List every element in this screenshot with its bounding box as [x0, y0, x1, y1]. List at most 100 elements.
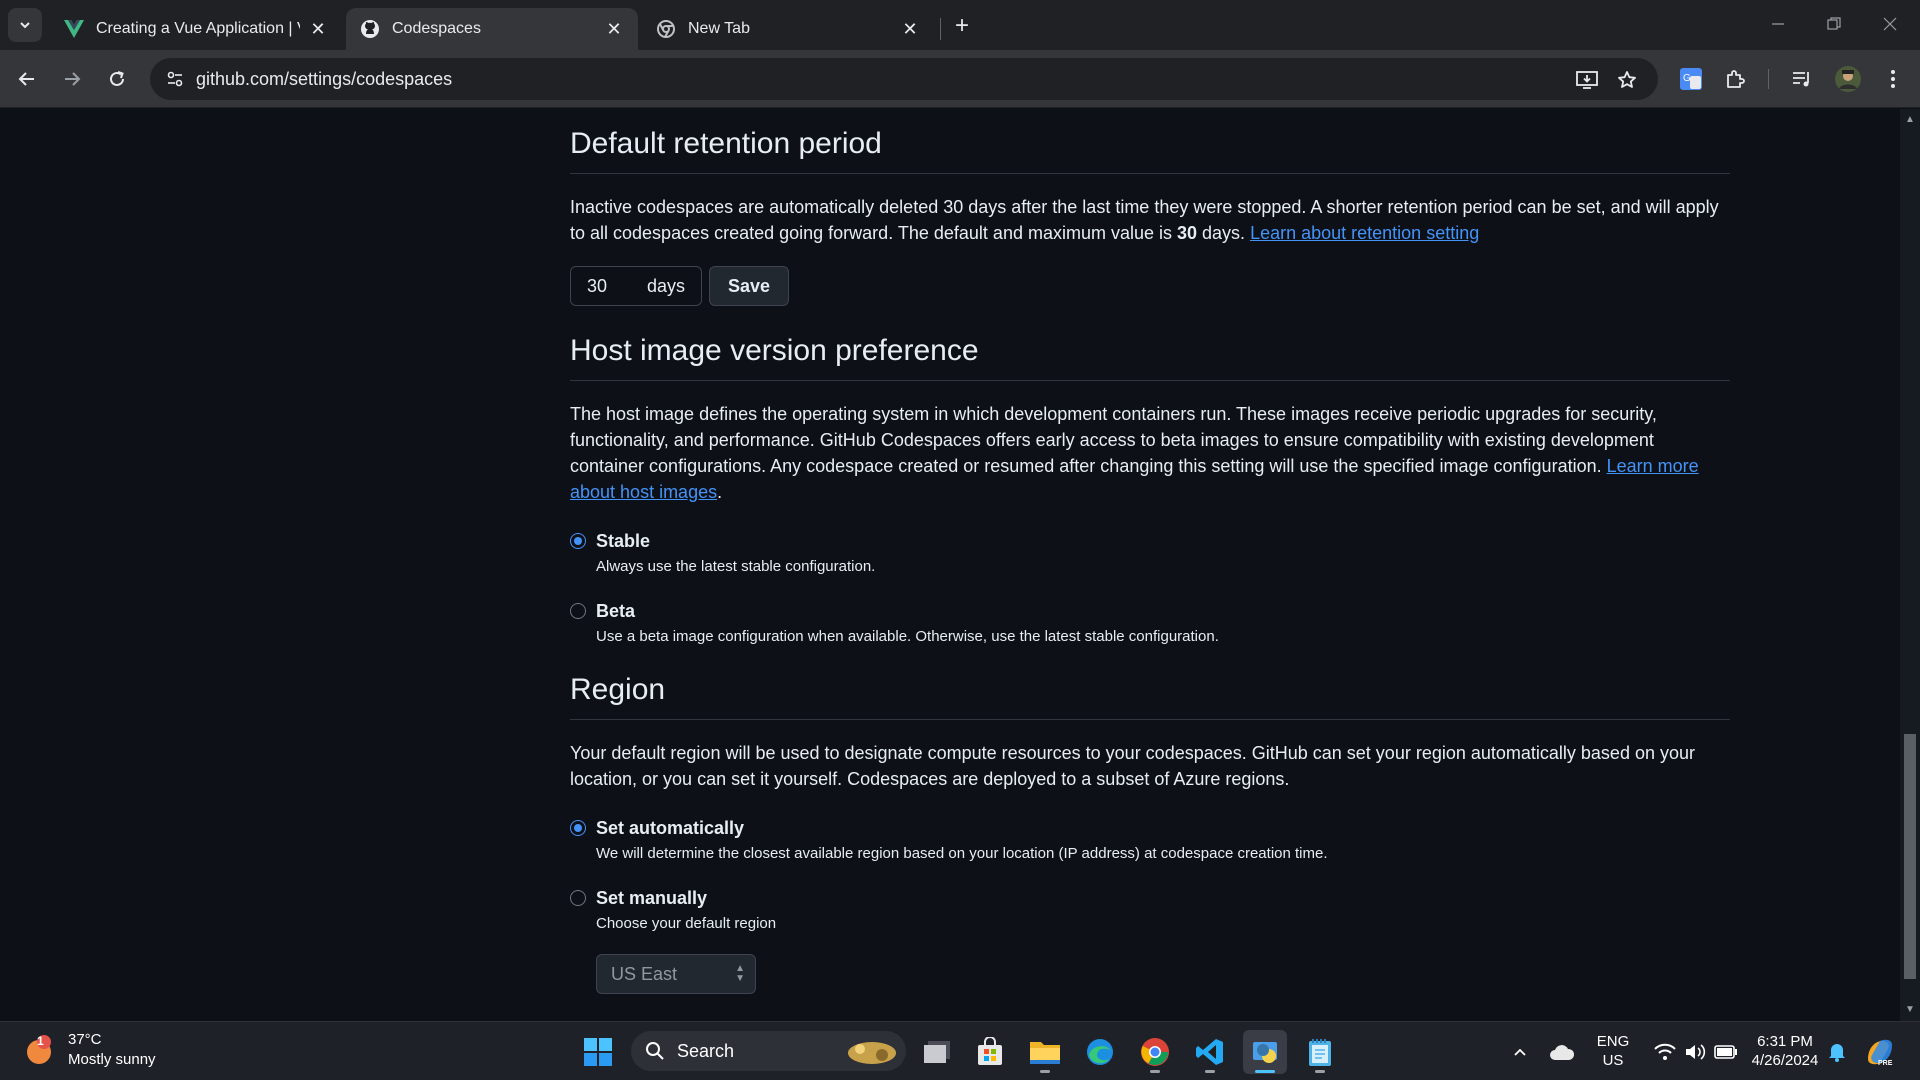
tab-codespaces[interactable]: Codespaces ✕ [346, 8, 638, 50]
radio-label: Set automatically [596, 818, 745, 838]
file-explorer-button[interactable] [1023, 1030, 1067, 1074]
tab-new-tab[interactable]: New Tab ✕ [642, 8, 934, 50]
quick-settings-button[interactable] [1640, 1030, 1752, 1074]
scroll-up-icon[interactable]: ▲ [1905, 115, 1915, 125]
copilot-button[interactable]: PRE [1858, 1030, 1902, 1074]
volume-icon [1686, 1044, 1706, 1060]
retention-description: Inactive codespaces are automatically de… [570, 194, 1730, 246]
retention-days-input[interactable]: 30 days [570, 266, 702, 306]
select-caret-icon: ▲ ▼ [735, 963, 745, 984]
weather-widget[interactable]: 1 37°C Mostly sunny [24, 1030, 156, 1070]
tray-overflow-button[interactable] [1498, 1030, 1542, 1074]
retention-days-value: 30 [587, 275, 608, 296]
svg-text:PRE: PRE [1878, 1060, 1893, 1067]
scrollbar-thumb[interactable] [1904, 734, 1916, 979]
tab-separator [940, 18, 941, 40]
chrome-icon [656, 19, 676, 39]
radio-option-set-manually[interactable]: Set manually Choose your default region [570, 886, 1730, 934]
chevron-down-icon [20, 22, 30, 29]
microsoft-store-button[interactable] [968, 1030, 1012, 1074]
radio-button-set-automatically[interactable] [570, 820, 586, 836]
radio-label: Beta [596, 601, 636, 621]
task-view-button[interactable] [915, 1030, 959, 1074]
restore-icon [1827, 17, 1841, 30]
host-image-heading: Host image version preference [570, 334, 1730, 381]
github-icon [360, 19, 380, 39]
browser-toolbar: github.com/settings/codespaces G [0, 50, 1920, 108]
region-description: Your default region will be used to desi… [570, 743, 1695, 789]
host-image-description: The host image defines the operating sys… [570, 401, 1730, 505]
clock-time: 6:31 PM [1757, 1033, 1813, 1050]
edge-button[interactable] [1078, 1030, 1122, 1074]
windows-logo-icon [584, 1038, 612, 1066]
radio-option-beta[interactable]: Beta Use a beta image configuration when… [570, 599, 1730, 647]
url-text: github.com/settings/codespaces [196, 69, 453, 89]
region-select[interactable]: US East ▲ ▼ [596, 954, 756, 994]
reload-button[interactable] [101, 63, 133, 95]
search-label: Search [677, 1040, 735, 1061]
site-info-icon[interactable] [160, 64, 190, 94]
extensions-icon[interactable] [1721, 64, 1751, 94]
translate-icon[interactable]: G [1676, 64, 1706, 94]
clock[interactable]: 6:31 PM 4/26/2024 [1740, 1032, 1830, 1070]
onedrive-button[interactable] [1540, 1030, 1584, 1074]
menu-kebab-icon[interactable] [1878, 64, 1908, 94]
host-image-text: The host image defines the operating sys… [570, 404, 1657, 476]
active-indicator [1255, 1070, 1275, 1073]
close-icon[interactable]: ✕ [604, 19, 624, 39]
save-button[interactable]: Save [709, 266, 789, 306]
store-icon [978, 1037, 1002, 1065]
running-indicator [1315, 1070, 1325, 1073]
radio-option-set-automatically[interactable]: Set automatically We will determine the … [570, 816, 1730, 864]
radio-option-stable[interactable]: Stable Always use the latest stable conf… [570, 529, 1730, 577]
language-code: ENG [1596, 1033, 1630, 1050]
radio-button-beta[interactable] [570, 603, 586, 619]
close-icon[interactable]: ✕ [900, 19, 920, 39]
host-image-link-suffix: . [717, 482, 723, 502]
weather-temp: 37°C [68, 1031, 102, 1048]
active-app-button[interactable] [1243, 1030, 1287, 1074]
toolbar-separator [1768, 69, 1769, 89]
browser-tab-bar: Creating a Vue Application | Vu ✕ Codesp… [0, 0, 1920, 50]
cloud-icon [1550, 1045, 1575, 1060]
folder-icon [1030, 1042, 1060, 1064]
tab-title: Codespaces [392, 20, 481, 37]
close-icon[interactable]: ✕ [308, 19, 328, 39]
taskbar-search[interactable]: Search [631, 1031, 906, 1071]
radio-button-stable[interactable] [570, 533, 586, 549]
running-indicator [1205, 1070, 1215, 1073]
media-controls-icon[interactable] [1787, 64, 1817, 94]
vscode-button[interactable] [1188, 1030, 1232, 1074]
close-window-button[interactable] [1862, 0, 1918, 48]
radio-description: Always use the latest stable configurati… [596, 558, 876, 575]
minimize-button[interactable] [1750, 0, 1806, 48]
edge-icon [1087, 1039, 1113, 1065]
tab-search-button[interactable] [8, 8, 42, 42]
start-button[interactable] [576, 1030, 620, 1074]
chrome-button[interactable] [1133, 1030, 1177, 1074]
tab-vue[interactable]: Creating a Vue Application | Vu ✕ [50, 8, 342, 50]
language-indicator[interactable]: ENG US [1590, 1032, 1636, 1070]
retention-bold-value: 30 [1177, 223, 1198, 243]
page-scrollbar[interactable]: ▲ ▼ [1900, 109, 1920, 1021]
notifications-button[interactable] [1822, 1030, 1852, 1074]
notepad-button[interactable] [1298, 1030, 1342, 1074]
profile-avatar[interactable] [1833, 64, 1863, 94]
radio-button-set-manually[interactable] [570, 890, 586, 906]
radio-label: Stable [596, 531, 651, 551]
retention-learn-link[interactable]: Learn about retention setting [1250, 223, 1479, 243]
forward-button[interactable] [56, 63, 88, 95]
svg-text:G: G [1683, 73, 1691, 84]
back-button[interactable] [11, 63, 43, 95]
arrow-left-icon [18, 72, 34, 86]
restore-button[interactable] [1806, 0, 1862, 48]
install-app-icon[interactable] [1574, 67, 1600, 93]
address-bar[interactable]: github.com/settings/codespaces [150, 58, 1658, 100]
scroll-down-icon[interactable]: ▼ [1905, 1005, 1915, 1015]
bookmark-star-icon[interactable] [1614, 67, 1640, 93]
retention-days-unit: days [646, 275, 685, 296]
chrome-icon [1141, 1038, 1169, 1066]
new-tab-button[interactable]: + [948, 12, 976, 40]
retention-section: Default retention period Inactive codesp… [570, 109, 1730, 306]
region-section: Region Your default region will be used … [570, 673, 1730, 994]
